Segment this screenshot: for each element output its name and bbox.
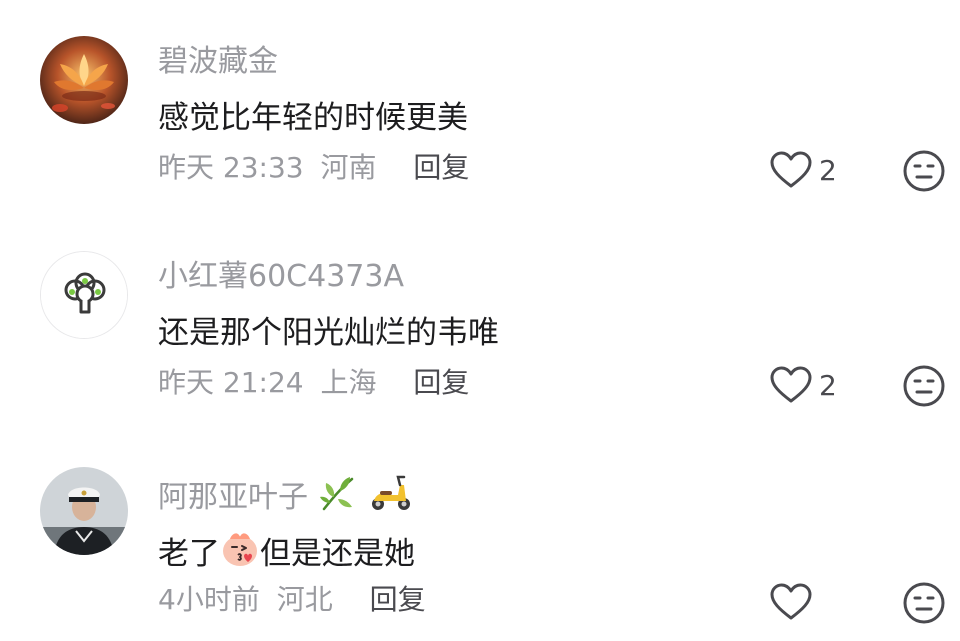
- like-count: 2: [819, 368, 837, 402]
- like-button[interactable]: [769, 582, 819, 622]
- avatar[interactable]: [40, 36, 128, 124]
- like-button[interactable]: 2: [769, 365, 837, 405]
- like-count: 2: [819, 153, 837, 187]
- comment-item: 小红薯60C4373A 还是那个阳光灿烂的韦唯 昨天 21:24 上海 回复 2: [0, 215, 960, 415]
- comment-time: 4小时前: [158, 583, 260, 616]
- neutral-face-icon: [903, 365, 945, 407]
- dislike-button[interactable]: [902, 149, 946, 193]
- comment-meta: 昨天 23:33 河南 回复: [158, 151, 477, 185]
- reply-button[interactable]: 回复: [413, 366, 469, 399]
- dislike-button[interactable]: [902, 581, 946, 625]
- dislike-button[interactable]: [902, 364, 946, 408]
- heart-icon: [770, 366, 812, 403]
- broccoli-avatar-icon: [41, 252, 127, 338]
- comment-location: 上海: [320, 366, 377, 399]
- like-button[interactable]: 2: [769, 150, 837, 190]
- reply-button[interactable]: 回复: [413, 151, 469, 184]
- comment-time: 昨天 21:24: [158, 366, 304, 399]
- comment-location: 河北: [276, 583, 333, 616]
- comment-text: 感觉比年轻的时候更美: [158, 100, 468, 136]
- username[interactable]: 碧波藏金: [158, 44, 278, 80]
- reply-button[interactable]: 回复: [370, 583, 426, 616]
- comment-text: 老了 但是还是她: [158, 529, 415, 578]
- avatar[interactable]: [40, 251, 128, 339]
- avatar[interactable]: [40, 467, 128, 555]
- comment-time: 昨天 23:33: [158, 151, 304, 184]
- blowing-kiss-emoji-icon: [220, 529, 260, 578]
- neutral-face-icon: [903, 582, 945, 624]
- comment-text: 还是那个阳光灿烂的韦唯: [158, 315, 499, 351]
- heart-icon: [770, 151, 812, 188]
- comment-location: 河南: [320, 151, 377, 184]
- username[interactable]: 阿那亚叶子: [158, 473, 414, 522]
- comment-meta: 昨天 21:24 上海 回复: [158, 366, 477, 400]
- sailor-avatar-icon: [40, 467, 128, 555]
- leaf-icon: [318, 473, 358, 522]
- lotus-avatar-icon: [40, 36, 128, 124]
- heart-icon: [770, 583, 812, 620]
- comment-item: 阿那亚叶子 老了 但是还是她 4小时前 河北 回复: [0, 431, 960, 631]
- scooter-icon: [368, 473, 414, 522]
- comment-item: 碧波藏金 感觉比年轻的时候更美 昨天 23:33 河南 回复 2: [0, 0, 960, 200]
- neutral-face-icon: [903, 150, 945, 192]
- comment-meta: 4小时前 河北 回复: [158, 583, 434, 617]
- username[interactable]: 小红薯60C4373A: [158, 259, 404, 295]
